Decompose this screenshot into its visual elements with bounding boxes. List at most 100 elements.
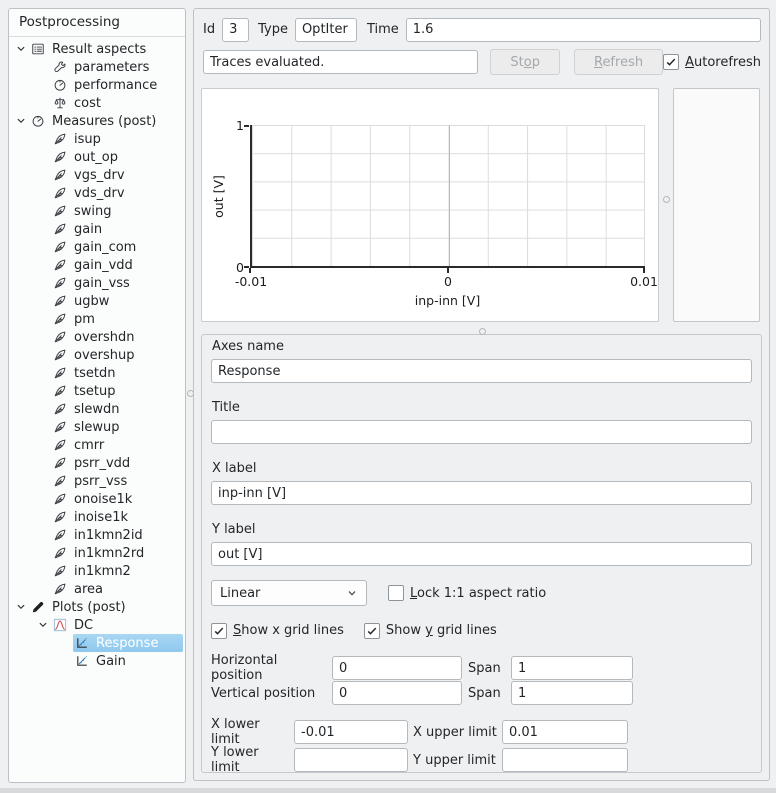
type-field[interactable] xyxy=(295,18,357,42)
indent-spacer xyxy=(35,384,51,398)
tree-item-inoise1k[interactable]: inoise1k xyxy=(9,508,185,526)
tree-item-response[interactable]: Response xyxy=(9,634,185,652)
expander-chevron-icon[interactable] xyxy=(35,618,51,632)
indent-spacer xyxy=(35,330,51,344)
tree-item-cmrr[interactable]: cmrr xyxy=(9,436,185,454)
y-label-field[interactable] xyxy=(211,542,752,566)
quill-icon xyxy=(51,420,69,434)
type-label: Type xyxy=(258,22,288,37)
horizontal-position-field[interactable] xyxy=(332,656,462,680)
tree-item-label: vgs_drv xyxy=(74,168,125,183)
tree-item-label: Measures (post) xyxy=(52,114,156,129)
title-label: Title xyxy=(212,400,752,416)
x-tick-mark xyxy=(447,268,449,273)
x-upper-limit-label: X upper limit xyxy=(413,725,497,740)
id-field[interactable] xyxy=(222,18,249,42)
show-x-grid-label[interactable]: Show x grid lines xyxy=(233,623,344,638)
tree-item-ugbw[interactable]: ugbw xyxy=(9,292,185,310)
h-span-label: Span xyxy=(468,661,505,676)
lock-aspect-label[interactable]: Lock 1:1 aspect ratio xyxy=(410,586,546,601)
tree-item-isup[interactable]: isup xyxy=(9,130,185,148)
tree-item-tsetup[interactable]: tsetup xyxy=(9,382,185,400)
tree-item-out-op[interactable]: out_op xyxy=(9,148,185,166)
tree-item-overshdn[interactable]: overshdn xyxy=(9,328,185,346)
autorefresh-checkbox[interactable] xyxy=(663,54,679,70)
tree-item-parameters[interactable]: parameters xyxy=(9,58,185,76)
gauge-icon xyxy=(51,78,69,92)
tree-item-swing[interactable]: swing xyxy=(9,202,185,220)
x-label-field[interactable] xyxy=(211,481,752,505)
tree-item-pm[interactable]: pm xyxy=(9,310,185,328)
expander-chevron-icon[interactable] xyxy=(13,600,29,614)
time-label: Time xyxy=(367,22,399,37)
title-field[interactable] xyxy=(211,420,752,444)
stop-button[interactable]: Stop xyxy=(490,49,560,75)
y-upper-limit-field[interactable] xyxy=(502,748,628,772)
indent-spacer xyxy=(35,402,51,416)
expander-chevron-icon[interactable] xyxy=(13,42,29,56)
tree-item-slewdn[interactable]: slewdn xyxy=(9,400,185,418)
tree-item-psrr-vss[interactable]: psrr_vss xyxy=(9,472,185,490)
tree-item-in1kmn2[interactable]: in1kmn2 xyxy=(9,562,185,580)
quill-icon xyxy=(51,546,69,560)
tree-item-in1kmn2rd[interactable]: in1kmn2rd xyxy=(9,544,185,562)
result-detail-panel: Id Type Time Stop Refresh Autorefresh ou… xyxy=(193,8,770,781)
show-y-grid-checkbox[interactable] xyxy=(364,623,380,639)
tree-item-in1kmn2id[interactable]: in1kmn2id xyxy=(9,526,185,544)
scale-dropdown[interactable]: Linear xyxy=(211,580,367,606)
vertical-position-field[interactable] xyxy=(332,681,462,705)
autorefresh-label[interactable]: Autorefresh xyxy=(685,55,761,70)
splitter-handle[interactable] xyxy=(479,328,486,335)
y-lower-limit-field[interactable] xyxy=(294,748,408,772)
tree-item-label: slewup xyxy=(74,420,120,435)
tree-item-label: gain xyxy=(74,222,102,237)
tree-item-vds-drv[interactable]: vds_drv xyxy=(9,184,185,202)
indent-spacer xyxy=(35,240,51,254)
status-field[interactable] xyxy=(203,50,478,74)
axes-name-field[interactable] xyxy=(211,359,752,383)
tree-item-gain-vss[interactable]: gain_vss xyxy=(9,274,185,292)
show-x-grid-checkbox[interactable] xyxy=(211,623,227,639)
time-field[interactable] xyxy=(406,18,761,42)
tree-item-gain[interactable]: gain xyxy=(9,220,185,238)
y-label-label: Y label xyxy=(212,522,752,538)
tree-item-slewup[interactable]: slewup xyxy=(9,418,185,436)
quill-icon xyxy=(51,366,69,380)
tree-item-vgs-drv[interactable]: vgs_drv xyxy=(9,166,185,184)
tree-item-result-aspects[interactable]: Result aspects xyxy=(9,40,185,58)
quill-icon xyxy=(51,438,69,452)
x-upper-limit-field[interactable] xyxy=(502,720,628,744)
indent-spacer xyxy=(35,60,51,74)
chart-icon xyxy=(73,636,91,650)
tree-item-gain[interactable]: Gain xyxy=(9,652,185,670)
h-span-field[interactable] xyxy=(511,656,633,680)
quill-icon xyxy=(51,168,69,182)
refresh-button[interactable]: Refresh xyxy=(574,49,663,75)
x-lower-limit-field[interactable] xyxy=(294,720,408,744)
x-label-label: X label xyxy=(212,461,752,477)
expander-chevron-icon[interactable] xyxy=(13,114,29,128)
tree-item-gain-com[interactable]: gain_com xyxy=(9,238,185,256)
v-span-field[interactable] xyxy=(511,681,633,705)
tree-item-cost[interactable]: cost xyxy=(9,94,185,112)
tree-item-performance[interactable]: performance xyxy=(9,76,185,94)
tree-item-measures-post[interactable]: Measures (post) xyxy=(9,112,185,130)
tree-item-gain-vdd[interactable]: gain_vdd xyxy=(9,256,185,274)
axes-name-label: Axes name xyxy=(212,339,752,355)
tree-item-psrr-vdd[interactable]: psrr_vdd xyxy=(9,454,185,472)
splitter-handle[interactable] xyxy=(663,196,670,203)
x-tick-label: 0 xyxy=(444,274,452,289)
tree-item-dc[interactable]: DC xyxy=(9,616,185,634)
show-y-grid-label[interactable]: Show y grid lines xyxy=(386,623,497,638)
tree-item-overshup[interactable]: overshup xyxy=(9,346,185,364)
tree-item-area[interactable]: area xyxy=(9,580,185,598)
tree-item-label: swing xyxy=(74,204,112,219)
tree-item-tsetdn[interactable]: tsetdn xyxy=(9,364,185,382)
plot-canvas[interactable]: out [V] 1 0 -0.01 0 0.01 inp-inn [V] xyxy=(201,88,659,322)
indent-spacer xyxy=(35,186,51,200)
tree-item-plots-post[interactable]: Plots (post) xyxy=(9,598,185,616)
tree-item-onoise1k[interactable]: onoise1k xyxy=(9,490,185,508)
lock-aspect-checkbox[interactable] xyxy=(388,585,404,601)
tree-item-label: area xyxy=(74,582,103,597)
tree-item-label: tsetup xyxy=(74,384,115,399)
